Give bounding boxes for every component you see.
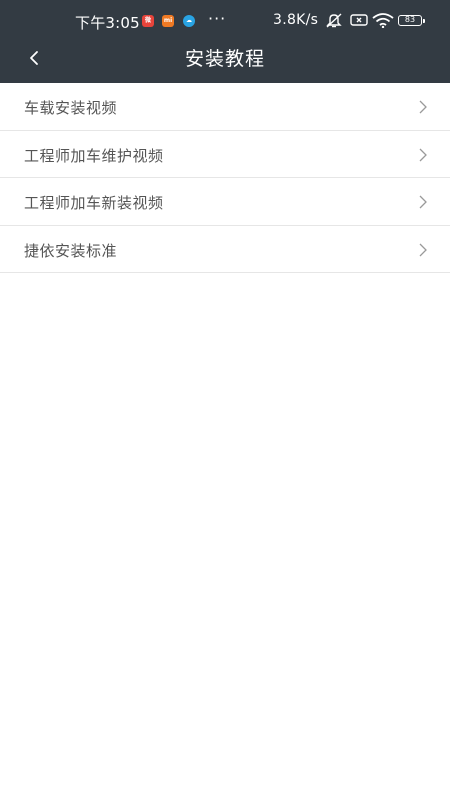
no-sim-icon	[350, 14, 368, 26]
page-title: 安装教程	[184, 48, 265, 70]
menu-item-label: 工程师加车维护视频	[24, 146, 164, 165]
menu-item-label: 工程师加车新装视频	[24, 194, 164, 212]
status-time: 下午3:05	[75, 14, 140, 32]
battery-icon: 83	[398, 15, 425, 26]
chevron-right-icon	[419, 148, 427, 161]
weibo-icon: 微	[142, 15, 154, 27]
mi-icon: mi	[162, 15, 174, 27]
app-header: 下午3:05 微 mi ☁ ··· 3.8K/s 83 安装教程	[0, 0, 450, 83]
menu-item-vehicle-install-video[interactable]: 车载安装视频	[0, 83, 450, 131]
cloud-icon: ☁	[183, 15, 195, 27]
menu-list: 车载安装视频 工程师加车维护视频 工程师加车新装视频 捷依安装标准	[0, 83, 450, 273]
menu-item-label: 捷依安装标准	[24, 241, 118, 260]
status-bar: 下午3:05 微 mi ☁ ··· 3.8K/s 83	[0, 0, 450, 40]
chevron-right-icon	[419, 195, 427, 209]
menu-item-install-standard[interactable]: 捷依安装标准	[0, 225, 450, 273]
chevron-right-icon	[419, 100, 427, 114]
wifi-icon	[372, 13, 394, 28]
mute-icon	[326, 13, 342, 28]
chevron-right-icon	[419, 243, 427, 256]
more-notifications-icon: ···	[208, 9, 227, 28]
menu-item-label: 车载安装视频	[24, 99, 118, 117]
menu-item-engineer-new-install-video[interactable]: 工程师加车新装视频	[0, 178, 450, 226]
network-speed: 3.8K/s	[273, 12, 319, 28]
menu-item-engineer-maintenance-video[interactable]: 工程师加车维护视频	[0, 130, 450, 178]
